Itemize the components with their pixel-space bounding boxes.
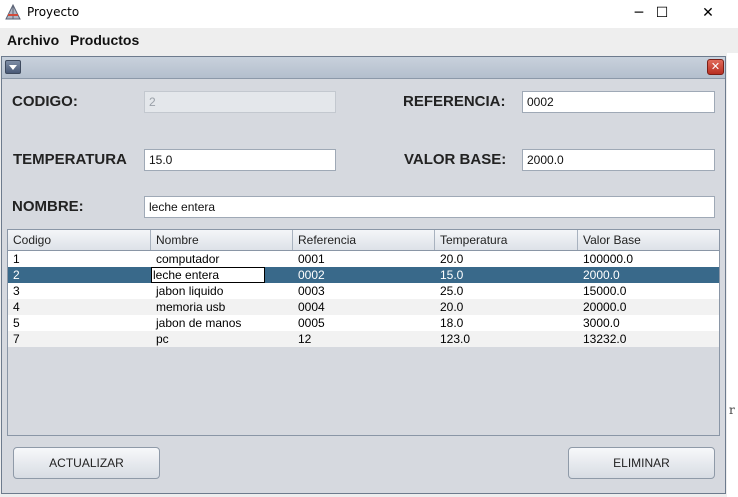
frame-menu-icon[interactable] [5,60,21,74]
cell-nombre: pc [156,332,169,346]
table-header: Codigo Nombre Referencia Temperatura Val… [8,230,719,251]
codigo-label: CODIGO: [12,93,78,110]
actualizar-button[interactable]: ACTUALIZAR [13,447,160,479]
window-titlebar: Proyecto ─ ☐ ✕ [0,0,738,28]
cell-referencia: 12 [298,332,312,346]
col-header-valor-base[interactable]: Valor Base [578,230,719,250]
cell-codigo: 3 [13,284,20,298]
cell-valor-base: 2000.0 [583,268,620,282]
desktop-edge [727,53,738,497]
table-row-selected[interactable]: 2 leche entera 0002 15.0 2000.0 [8,267,719,283]
cell-valor-base: 15000.0 [583,284,627,298]
table-row[interactable]: 7 pc 12 123.0 13232.0 [8,331,719,347]
col-header-nombre[interactable]: Nombre [151,230,293,250]
maximize-button[interactable]: ☐ [639,0,685,28]
cell-temperatura: 20.0 [440,252,464,266]
cell-codigo: 5 [13,316,20,330]
nombre-label: NOMBRE: [12,198,84,215]
close-window-button[interactable]: ✕ [685,0,731,28]
codigo-field: 2 [144,91,336,113]
internal-frame-titlebar[interactable]: ✕ [2,57,725,79]
temperatura-label: TEMPERATURA [13,151,127,168]
table-row[interactable]: 3 jabon liquido 0003 25.0 15000.0 [8,283,719,299]
table-row[interactable]: 1 computador 0001 20.0 100000.0 [8,251,719,267]
cell-referencia: 0002 [298,268,325,282]
referencia-label: REFERENCIA: [403,93,506,110]
referencia-field[interactable]: 0002 [522,91,715,113]
cell-valor-base: 20000.0 [583,300,627,314]
window-title: Proyecto [27,5,80,19]
cell-nombre: memoria usb [156,300,226,314]
cell-nombre-editor[interactable]: leche entera [151,267,265,283]
cell-nombre: jabon de manos [156,316,242,330]
col-header-temperatura[interactable]: Temperatura [435,230,578,250]
cell-valor-base: 3000.0 [583,316,620,330]
cell-referencia: 0003 [298,284,325,298]
temperatura-field[interactable]: 15.0 [144,149,336,171]
menu-archivo[interactable]: Archivo [7,32,59,48]
cell-referencia: 0005 [298,316,325,330]
cell-valor-base: 100000.0 [583,252,634,266]
frame-close-button[interactable]: ✕ [707,59,724,75]
cell-referencia: 0001 [298,252,325,266]
table-row[interactable]: 4 memoria usb 0004 20.0 20000.0 [8,299,719,315]
products-table[interactable]: Codigo Nombre Referencia Temperatura Val… [7,229,720,436]
col-header-referencia[interactable]: Referencia [293,230,435,250]
cell-codigo: 7 [13,332,20,346]
menu-bar: Archivo Productos [0,28,738,54]
valor-base-label: VALOR BASE: [404,151,507,168]
table-row[interactable]: 5 jabon de manos 0005 18.0 3000.0 [8,315,719,331]
cell-temperatura: 25.0 [440,284,464,298]
edge-text: r [729,403,735,417]
col-header-codigo[interactable]: Codigo [8,230,151,250]
cell-temperatura: 123.0 [440,332,471,346]
cell-codigo: 2 [13,268,20,282]
cell-codigo: 1 [13,252,20,266]
cell-temperatura: 15.0 [440,268,464,282]
valor-base-field[interactable]: 2000.0 [522,149,715,171]
cell-nombre: jabon liquido [156,284,224,298]
cell-codigo: 4 [13,300,20,314]
menu-productos[interactable]: Productos [70,32,139,48]
eliminar-button[interactable]: ELIMINAR [568,447,715,479]
cell-temperatura: 20.0 [440,300,464,314]
cell-nombre: computador [156,252,220,266]
nombre-field[interactable]: leche entera [144,196,715,218]
java-app-icon [5,4,21,20]
cell-temperatura: 18.0 [440,316,464,330]
cell-referencia: 0004 [298,300,325,314]
cell-valor-base: 13232.0 [583,332,627,346]
